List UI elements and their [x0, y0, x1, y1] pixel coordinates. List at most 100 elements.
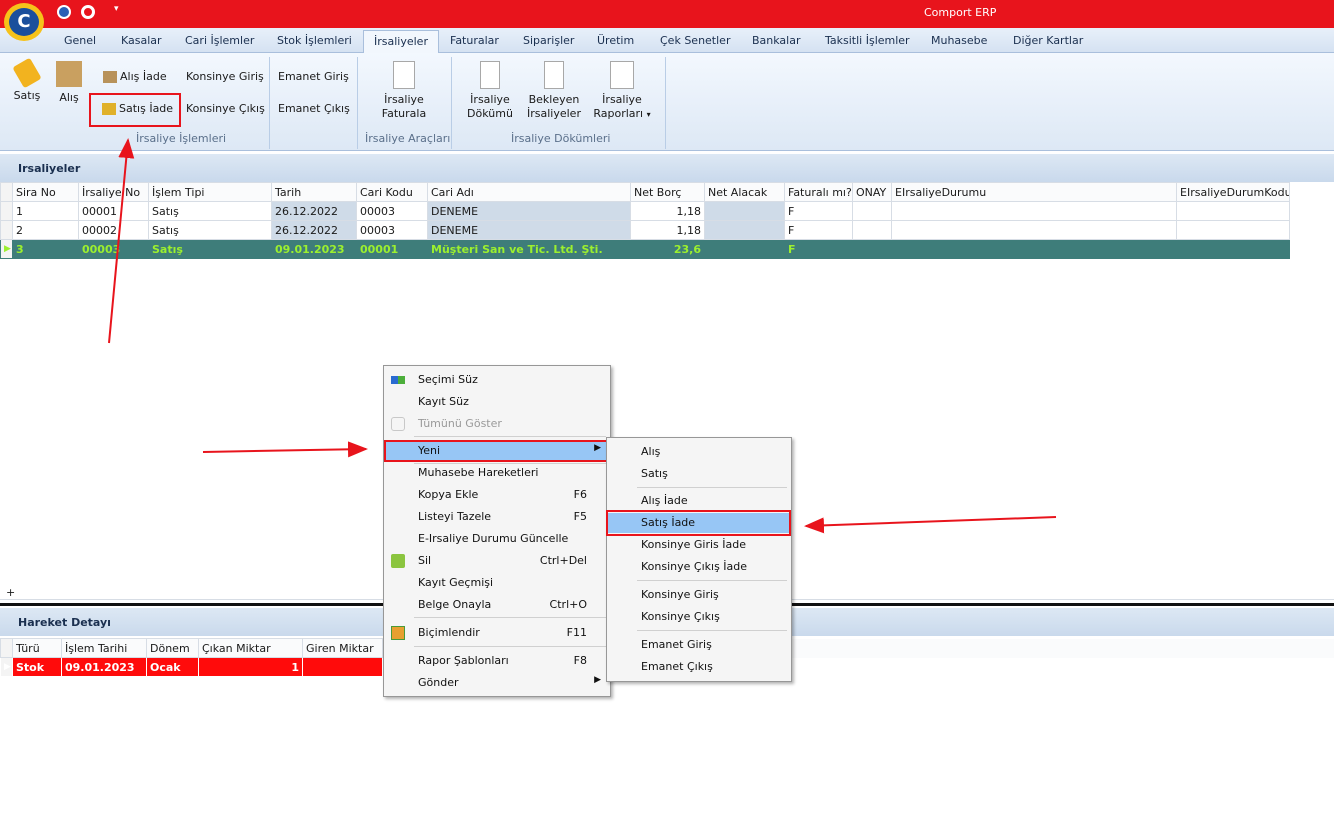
col-header[interactable]: Cari Adı — [427, 182, 631, 202]
col-header[interactable]: Net Alacak — [704, 182, 785, 202]
satis-button[interactable]: Satış — [8, 57, 46, 103]
submenu-item-emanet-cikis[interactable]: Emanet Çıkış — [608, 657, 790, 677]
tab-cek-senetler[interactable]: Çek Senetler — [660, 34, 730, 47]
cell[interactable]: 00003 — [356, 201, 428, 221]
col-header[interactable]: Tarih — [271, 182, 357, 202]
tab-diger-kartlar[interactable]: Diğer Kartlar — [1013, 34, 1083, 47]
alis-iade-button[interactable]: Alış İade — [103, 70, 167, 83]
col-header[interactable]: EIrsaliyeDurumKodu — [1176, 182, 1290, 202]
cell[interactable]: F — [784, 220, 853, 240]
irsaliye-dokumu-button[interactable]: İrsaliye Dökümü — [463, 61, 517, 121]
table-row[interactable]: 2 00002 Satış 26.12.2022 00003 DENEME 1,… — [0, 220, 1290, 240]
menu-item-gonder[interactable]: Gönder ▶ — [385, 673, 609, 693]
menu-item-belge-onayla[interactable]: Belge Onayla Ctrl+O — [385, 595, 609, 615]
tab-genel[interactable]: Genel — [64, 34, 96, 47]
tab-bankalar[interactable]: Bankalar — [752, 34, 801, 47]
menu-item-e-irsaliye-durumu[interactable]: E-Irsaliye Durumu Güncelle — [385, 529, 609, 549]
col-header[interactable]: ONAY — [852, 182, 892, 202]
tab-irsaliyeler[interactable]: İrsaliyeler — [363, 30, 439, 54]
tab-siparisler[interactable]: Siparişler — [523, 34, 574, 47]
help-ring-icon[interactable] — [81, 5, 95, 19]
menu-item-listeyi-tazele[interactable]: Listeyi Tazele F5 — [385, 507, 609, 527]
col-header[interactable]: Dönem — [146, 638, 199, 658]
menu-item-kayit-suz[interactable]: Kayıt Süz — [385, 392, 609, 412]
cell[interactable]: 09.01.2023 — [271, 239, 357, 259]
cell[interactable]: Stok — [12, 657, 62, 677]
cell[interactable] — [891, 239, 1177, 259]
col-header[interactable]: İşlem Tipi — [148, 182, 272, 202]
col-header[interactable]: Çıkan Miktar — [198, 638, 303, 658]
col-header[interactable]: Türü — [12, 638, 62, 658]
menu-item-bicimlendir[interactable]: Biçimlendir F11 — [385, 623, 609, 643]
table-row-selected[interactable]: ▶ 3 00003 Satış 09.01.2023 00001 Müşteri… — [0, 239, 1290, 259]
submenu-item-emanet-giris[interactable]: Emanet Giriş — [608, 635, 790, 655]
submenu-item-alis[interactable]: Alış — [608, 442, 790, 462]
col-header[interactable]: Faturalı mı? — [784, 182, 853, 202]
menu-item-tumunu-goster[interactable]: Tümünü Göster — [385, 414, 609, 434]
konsinye-cikis-button[interactable]: Konsinye Çıkış — [186, 102, 265, 115]
cell[interactable]: 09.01.2023 — [61, 657, 147, 677]
tab-taksitli-islemler[interactable]: Taksitli İşlemler — [825, 34, 910, 47]
emanet-giris-button[interactable]: Emanet Giriş — [278, 70, 349, 83]
menu-item-secimi-suz[interactable]: Seçimi Süz — [385, 370, 609, 390]
menu-item-rapor-sablonlari[interactable]: Rapor Şablonları F8 — [385, 651, 609, 671]
cell[interactable]: 2 — [12, 220, 79, 240]
irsaliye-raporlari-button[interactable]: İrsaliye Raporları ▾ — [591, 61, 653, 122]
cell[interactable] — [704, 201, 785, 221]
cell[interactable]: 1,18 — [630, 220, 705, 240]
tab-kasalar[interactable]: Kasalar — [121, 34, 162, 47]
cell[interactable]: 00003 — [78, 239, 149, 259]
cell[interactable]: 1 — [12, 201, 79, 221]
cell[interactable] — [852, 201, 892, 221]
cell[interactable]: Satış — [148, 220, 272, 240]
cell[interactable]: DENEME — [427, 220, 631, 240]
cell[interactable]: 1 — [198, 657, 303, 677]
alis-button[interactable]: Alış — [52, 61, 86, 105]
cell[interactable]: 3 — [12, 239, 79, 259]
cell[interactable]: 26.12.2022 — [271, 201, 357, 221]
emanet-cikis-button[interactable]: Emanet Çıkış — [278, 102, 350, 115]
cell[interactable] — [704, 239, 785, 259]
submenu-item-konsinye-giris-iade[interactable]: Konsinye Giris İade — [608, 535, 790, 555]
bekleyen-irsaliyeler-button[interactable]: Bekleyen İrsaliyeler — [524, 61, 584, 121]
submenu-item-satis[interactable]: Satış — [608, 464, 790, 484]
konsinye-giris-button[interactable]: Konsinye Giriş — [186, 70, 264, 83]
cell[interactable]: Müşteri San ve Tic. Ltd. Şti. — [427, 239, 631, 259]
cell[interactable] — [1176, 220, 1290, 240]
submenu-item-konsinye-cikis-iade[interactable]: Konsinye Çıkış İade — [608, 557, 790, 577]
menu-item-kopya-ekle[interactable]: Kopya Ekle F6 — [385, 485, 609, 505]
cell[interactable]: 26.12.2022 — [271, 220, 357, 240]
table-row[interactable]: 1 00001 Satış 26.12.2022 00003 DENEME 1,… — [0, 201, 1290, 221]
cell[interactable] — [1176, 239, 1290, 259]
col-header[interactable]: Sira No — [12, 182, 79, 202]
cell[interactable] — [891, 220, 1177, 240]
cell[interactable]: 23,6 — [630, 239, 705, 259]
cell[interactable]: Satış — [148, 239, 272, 259]
cell[interactable] — [852, 239, 892, 259]
col-header[interactable]: Cari Kodu — [356, 182, 428, 202]
cell[interactable]: F — [784, 239, 853, 259]
menu-item-kayit-gecmisi[interactable]: Kayıt Geçmişi — [385, 573, 609, 593]
cell[interactable]: F — [784, 201, 853, 221]
submenu-item-konsinye-cikis[interactable]: Konsinye Çıkış — [608, 607, 790, 627]
tab-stok-islemleri[interactable]: Stok İşlemleri — [277, 34, 352, 47]
tab-uretim[interactable]: Üretim — [597, 34, 634, 47]
cell[interactable] — [704, 220, 785, 240]
cell[interactable]: DENEME — [427, 201, 631, 221]
col-header[interactable]: EIrsaliyeDurumu — [891, 182, 1177, 202]
col-header[interactable]: İrsaliye No — [78, 182, 149, 202]
cell[interactable] — [1176, 201, 1290, 221]
cell[interactable]: Satış — [148, 201, 272, 221]
irsaliye-faturala-button[interactable]: İrsaliye Faturala — [378, 61, 430, 121]
cell[interactable] — [302, 657, 383, 677]
cell[interactable] — [891, 201, 1177, 221]
cell[interactable]: 00002 — [78, 220, 149, 240]
cell[interactable]: 00001 — [78, 201, 149, 221]
col-header[interactable]: İşlem Tarihi — [61, 638, 147, 658]
submenu-item-konsinye-giris[interactable]: Konsinye Giriş — [608, 585, 790, 605]
cell[interactable]: 1,18 — [630, 201, 705, 221]
app-logo-icon[interactable]: C — [4, 3, 44, 41]
cell[interactable]: 00003 — [356, 220, 428, 240]
tab-faturalar[interactable]: Faturalar — [450, 34, 499, 47]
menu-item-muhasebe-hareketleri[interactable]: Muhasebe Hareketleri — [385, 463, 609, 483]
